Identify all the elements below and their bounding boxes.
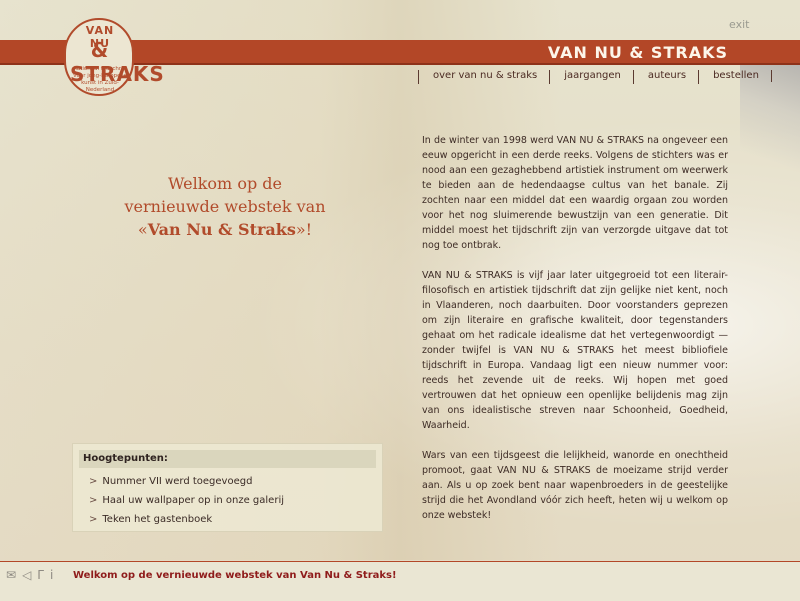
info-icon[interactable]: i: [50, 568, 53, 582]
exit-link[interactable]: exit: [729, 18, 749, 31]
nav-item-jaargangen[interactable]: jaargangen: [549, 70, 633, 84]
article-paragraph: Wars van een tijdsgeest die lelijkheid, …: [422, 450, 728, 521]
article-paragraph: VAN NU & STRAKS is vijf jaar later uitge…: [422, 270, 728, 431]
welcome-site-name: Van Nu & Straks: [147, 220, 296, 239]
article-body: In de winter van 1998 werd VAN NU & STRA…: [422, 133, 728, 538]
mail-icon[interactable]: ✉: [6, 568, 16, 582]
site-title: VAN NU & STRAKS: [547, 43, 728, 62]
highlight-item-wallpaper[interactable]: > Haal uw wallpaper op in onze galerij: [89, 491, 382, 510]
cursor-icon[interactable]: Γ: [37, 568, 44, 582]
nav-item-bestellen[interactable]: bestellen: [698, 70, 771, 84]
highlight-label: Nummer VII werd toegevoegd: [102, 476, 253, 487]
chevron-right-icon: >: [89, 495, 98, 506]
highlight-label: Teken het gastenboek: [102, 514, 213, 525]
welcome-line-1: Welkom op de: [168, 174, 282, 193]
highlights-list: > Nummer VII werd toegevoegd > Haal uw wal…: [89, 472, 382, 529]
welcome-heading: Welkom op de vernieuwde webstek van «Van…: [100, 172, 350, 241]
nav-item-over[interactable]: over van nu & straks: [418, 70, 549, 84]
chevron-right-icon: >: [89, 476, 98, 487]
nav-divider: [770, 70, 772, 82]
highlights-box: Hoogtepunten: > Nummer VII werd toegevoeg…: [72, 443, 383, 532]
nav-item-auteurs[interactable]: auteurs: [632, 70, 698, 84]
quote-close: »!: [295, 220, 313, 239]
chevron-right-icon: >: [89, 514, 98, 525]
status-bar: ✉ ◁ Γ i Welkom op de vernieuwde webstek …: [0, 561, 800, 601]
article-paragraph: In de winter van 1998 werd VAN NU & STRA…: [422, 135, 728, 251]
highlights-title: Hoogtepunten:: [79, 450, 376, 468]
quote-open: «: [137, 220, 148, 239]
sound-icon[interactable]: ◁: [22, 568, 31, 582]
highlight-item-nummer[interactable]: > Nummer VII werd toegevoegd: [89, 472, 382, 491]
main-nav: over van nu & straks jaargangen auteurs …: [418, 70, 772, 84]
welcome-line-2: vernieuwde webstek van: [124, 197, 326, 216]
status-message: Welkom op de vernieuwde webstek van Van …: [73, 570, 397, 581]
footer-icons: ✉ ◁ Γ i: [6, 568, 53, 582]
highlight-item-gastenboek[interactable]: > Teken het gastenboek: [89, 510, 382, 529]
highlight-label: Haal uw wallpaper op in onze galerij: [102, 495, 284, 506]
welcome-line-3: «Van Nu & Straks»!: [100, 218, 350, 241]
site-logo[interactable]: VAN NU & STRAKS nationaal tijdschrift vo…: [64, 18, 164, 96]
logo-tagline: nationaal tijdschrift voor jong-Europese…: [73, 66, 127, 93]
